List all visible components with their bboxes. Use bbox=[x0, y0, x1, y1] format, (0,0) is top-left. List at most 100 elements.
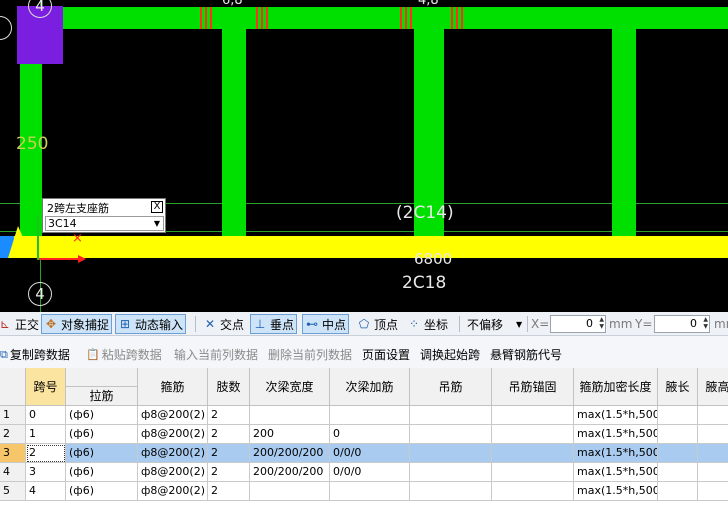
dynamic-input-button[interactable]: ⊞ 动态输入 bbox=[115, 314, 187, 334]
cell-hanger-anchor[interactable] bbox=[492, 482, 574, 501]
cell-legs[interactable]: 2 bbox=[208, 463, 250, 482]
cell-haunch-len[interactable] bbox=[658, 444, 698, 463]
cell-dense-len[interactable]: max(1.5*h,500 bbox=[574, 425, 658, 444]
delete-column-data-button[interactable]: 删除当前列数据 bbox=[268, 346, 352, 363]
cad-canvas[interactable]: × 4 4 250 (2C14) 6800 2C18 6,8 4,8 2跨左支座… bbox=[0, 0, 728, 312]
offset-mode-select[interactable]: 不偏移 ▼ bbox=[465, 314, 524, 334]
cell-haunch-h[interactable] bbox=[698, 444, 728, 463]
header-tie[interactable]: 拉筋 bbox=[66, 387, 138, 406]
input-column-data-button[interactable]: 输入当前列数据 bbox=[174, 346, 258, 363]
top-beam[interactable] bbox=[20, 7, 728, 29]
cell-stirrup[interactable]: ф8@200(2) bbox=[138, 425, 208, 444]
cell-tie[interactable]: (ф6) bbox=[66, 406, 138, 425]
ortho-button[interactable]: ⊾ 正交 bbox=[0, 314, 41, 334]
header-haunch-height[interactable]: 腋高 bbox=[698, 368, 728, 406]
cantilever-code-button[interactable]: 悬臂钢筋代号 bbox=[490, 346, 562, 363]
cell-sec-add[interactable] bbox=[330, 482, 410, 501]
y-coordinate-value: 0 bbox=[690, 317, 697, 330]
header-dense-length[interactable]: 箍筋加密长度 bbox=[574, 368, 658, 406]
secondary-beam[interactable] bbox=[222, 29, 246, 237]
cell-span[interactable]: 1 bbox=[26, 425, 66, 444]
cell-haunch-h[interactable] bbox=[698, 463, 728, 482]
cell-haunch-h[interactable] bbox=[698, 425, 728, 444]
cell-sec-add[interactable]: 0/0/0 bbox=[330, 463, 410, 482]
cell-sec-width[interactable] bbox=[250, 406, 330, 425]
header-legs[interactable]: 肢数 bbox=[208, 368, 250, 406]
y-coordinate-input[interactable]: 0 ▲ ▼ bbox=[654, 315, 710, 333]
cell-sec-add[interactable]: 0/0/0 bbox=[330, 444, 410, 463]
coordinate-button[interactable]: ⁘ 坐标 bbox=[405, 314, 450, 334]
cell-haunch-len[interactable] bbox=[658, 406, 698, 425]
midpoint-button[interactable]: ⊷ 中点 bbox=[302, 314, 350, 334]
spin-arrows-icon[interactable]: ▲ ▼ bbox=[599, 316, 604, 330]
header-hanger-anchor[interactable]: 吊筋锚固 bbox=[492, 368, 574, 406]
secondary-beam[interactable] bbox=[612, 29, 636, 237]
cell-haunch-h[interactable] bbox=[698, 406, 728, 425]
cell-dense-len[interactable]: max(1.5*h,500 bbox=[574, 482, 658, 501]
cell-stirrup[interactable]: ф8@200(2) bbox=[138, 482, 208, 501]
cell-hanger[interactable] bbox=[410, 444, 492, 463]
intersect-button[interactable]: ✕ 交点 bbox=[201, 314, 246, 334]
cell-tie[interactable]: (ф6) bbox=[66, 482, 138, 501]
header-hanger[interactable]: 吊筋 bbox=[410, 368, 492, 406]
cell-legs[interactable]: 2 bbox=[208, 482, 250, 501]
header-sec-add[interactable]: 次梁加筋 bbox=[330, 368, 410, 406]
cell-haunch-h[interactable] bbox=[698, 482, 728, 501]
cell-haunch-len[interactable] bbox=[658, 482, 698, 501]
cell-hanger-anchor[interactable] bbox=[492, 406, 574, 425]
page-setup-button[interactable]: 页面设置 bbox=[362, 346, 410, 363]
cell-hanger-anchor[interactable] bbox=[492, 463, 574, 482]
cell-span[interactable]: 2 bbox=[26, 444, 66, 463]
cell-haunch-len[interactable] bbox=[658, 463, 698, 482]
cell-stirrup[interactable]: ф8@200(2) bbox=[138, 444, 208, 463]
cell-stirrup[interactable]: ф8@200(2) bbox=[138, 463, 208, 482]
cell-span[interactable]: 0 bbox=[26, 406, 66, 425]
y-unit-label: mm bbox=[714, 317, 728, 331]
cell-sec-add[interactable] bbox=[330, 406, 410, 425]
cell-sec-add[interactable]: 0 bbox=[330, 425, 410, 444]
copy-span-data-button[interactable]: ⧉ 复制跨数据 bbox=[0, 346, 70, 363]
swap-start-span-button[interactable]: 调换起始跨 bbox=[420, 346, 480, 363]
snap-label: 对象捕捉 bbox=[61, 317, 110, 332]
cell-hanger-anchor[interactable] bbox=[492, 444, 574, 463]
cell-legs[interactable]: 2 bbox=[208, 425, 250, 444]
x-coordinate-input[interactable]: 0 ▲ ▼ bbox=[550, 315, 606, 333]
cell-tie[interactable]: (ф6) bbox=[66, 425, 138, 444]
header-stirrup[interactable]: 箍筋 bbox=[138, 368, 208, 406]
hanger-mark bbox=[456, 7, 458, 29]
close-icon[interactable]: X bbox=[151, 201, 163, 213]
perpendicular-button[interactable]: ⊥ 垂点 bbox=[250, 314, 298, 334]
cell-stirrup[interactable]: ф8@200(2) bbox=[138, 406, 208, 425]
header-sec-width[interactable]: 次梁宽度 bbox=[250, 368, 330, 406]
cell-span[interactable]: 4 bbox=[26, 482, 66, 501]
cell-hanger[interactable] bbox=[410, 406, 492, 425]
cell-hanger[interactable] bbox=[410, 482, 492, 501]
cell-span[interactable]: 3 bbox=[26, 463, 66, 482]
cell-tie[interactable]: (ф6) bbox=[66, 444, 138, 463]
cell-sec-width[interactable]: 200/200/200 bbox=[250, 444, 330, 463]
cell-dense-len[interactable]: max(1.5*h,500 bbox=[574, 444, 658, 463]
cell-hanger[interactable] bbox=[410, 463, 492, 482]
selected-beam[interactable] bbox=[10, 236, 728, 258]
beam-rebar-text: (2C14) bbox=[396, 203, 454, 223]
rebar-value-select[interactable]: 3C14 ▼ bbox=[45, 216, 164, 231]
cell-legs[interactable]: 2 bbox=[208, 406, 250, 425]
cell-legs[interactable]: 2 bbox=[208, 444, 250, 463]
cell-dense-len[interactable]: max(1.5*h,500 bbox=[574, 463, 658, 482]
rebar-input-popup[interactable]: 2跨左支座筋 X 3C14 ▼ bbox=[42, 198, 166, 233]
paste-span-data-button[interactable]: 📋 粘贴跨数据 bbox=[86, 346, 162, 363]
cell-sec-width[interactable] bbox=[250, 482, 330, 501]
cell-haunch-len[interactable] bbox=[658, 425, 698, 444]
cell-sec-width[interactable]: 200 bbox=[250, 425, 330, 444]
cell-hanger-anchor[interactable] bbox=[492, 425, 574, 444]
cell-hanger[interactable] bbox=[410, 425, 492, 444]
cell-sec-width[interactable]: 200/200/200 bbox=[250, 463, 330, 482]
header-haunch-length[interactable]: 腋长 bbox=[658, 368, 698, 406]
vertex-button[interactable]: ⬠ 顶点 bbox=[355, 314, 400, 334]
spin-arrows-icon[interactable]: ▲ ▼ bbox=[703, 316, 708, 330]
snap-button[interactable]: ✥ 对象捕捉 bbox=[41, 314, 113, 334]
cell-dense-len[interactable]: max(1.5*h,500 bbox=[574, 406, 658, 425]
chevron-down-icon[interactable]: ▼ bbox=[154, 217, 160, 230]
header-span[interactable]: 跨号 bbox=[26, 368, 66, 406]
cell-tie[interactable]: (ф6) bbox=[66, 463, 138, 482]
